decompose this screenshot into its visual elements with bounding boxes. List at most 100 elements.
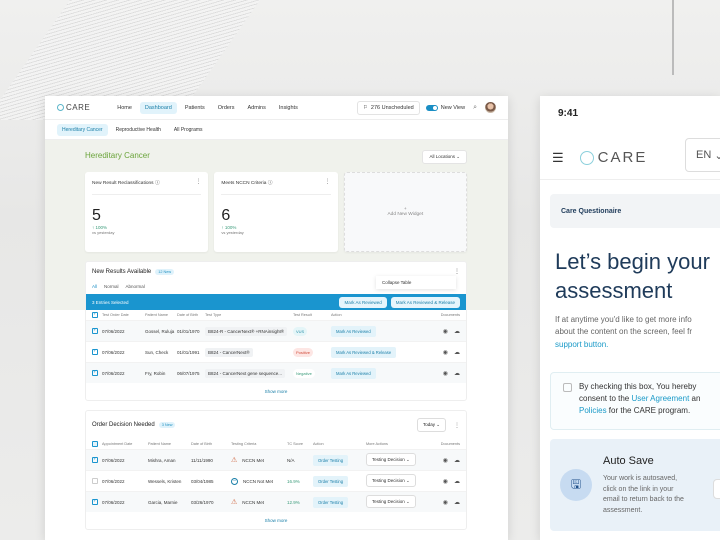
avatar[interactable] [485, 102, 496, 113]
search-icon[interactable]: ⌕ [473, 104, 477, 112]
autosave-card: 🖫 Auto Save Your work is autosaved, click… [550, 439, 720, 531]
filter-all[interactable]: All [92, 284, 97, 289]
view-icon[interactable]: ◉ [443, 457, 448, 464]
filter-normal[interactable]: Normal [104, 284, 119, 289]
show-more-link[interactable]: Show more [86, 512, 466, 529]
warning-icon: ⚠ [231, 457, 238, 464]
flag-icon: ⚐ [362, 104, 368, 111]
care-logo[interactable]: CARE [579, 149, 648, 166]
select-all-checkbox[interactable] [92, 441, 98, 447]
minus-circle-icon: − [231, 477, 238, 485]
mobile-screen: 9:41 ☰ CARE EN ⌄ Care Questionaire Let’s… [540, 96, 720, 540]
download-icon[interactable]: ☁ [454, 349, 460, 356]
policies-link[interactable]: Policies [579, 406, 607, 415]
order-testing-button[interactable]: Order Testing [313, 496, 349, 508]
collapse-table-menu-item[interactable]: Collapse Table [376, 276, 456, 289]
care-logo[interactable]: CARE [57, 103, 90, 112]
test-type-chip: B824-R - CancerNext® +RNAinsight® [205, 326, 288, 336]
new-badge: 3 New [158, 422, 176, 428]
table-row[interactable]: 07/06/2022 Gossel, Ruluja 01/01/1970 B82… [86, 320, 466, 341]
tab-reproductive-health[interactable]: Reproductive Health [111, 124, 166, 136]
row-checkbox[interactable] [92, 456, 98, 463]
order-testing-button[interactable]: Order Testing [313, 454, 349, 466]
row-checkbox[interactable] [92, 348, 98, 355]
row-checkbox[interactable] [92, 327, 98, 334]
user-agreement-link[interactable]: User Agreement [631, 394, 689, 403]
nav-patients[interactable]: Patients [180, 102, 210, 114]
tab-hereditary-cancer[interactable]: Hereditary Cancer [57, 123, 108, 136]
ceiling-wire [672, 0, 674, 75]
more-icon[interactable]: ⋮ [454, 268, 460, 275]
table-row[interactable]: 07/06/2022 Wessels, Kristen 03/04/1985 −… [86, 470, 466, 491]
selection-bar: 3 Entries Selected Mark As Reviewed Mark… [86, 294, 466, 310]
panel-title: Order Decision Needed [92, 422, 155, 428]
more-icon[interactable]: ⋮ [325, 178, 331, 185]
tab-all-programs[interactable]: All Programs [169, 124, 208, 136]
new-badge: 12 New [155, 269, 175, 275]
menu-icon[interactable]: ☰ [552, 150, 564, 166]
view-icon[interactable]: ◉ [443, 349, 448, 356]
row-action-button[interactable]: Mark As Reviewed & Release [331, 346, 397, 358]
warning-icon: ⚠ [231, 499, 238, 506]
testing-decision-select[interactable]: Testing Decision ⌄ [366, 474, 416, 487]
row-action-button[interactable]: Mark As Reviewed [331, 367, 376, 379]
mark-reviewed-release-button[interactable]: Mark As Reviewed & Release [390, 296, 460, 308]
more-icon[interactable]: ⋮ [195, 178, 201, 185]
consent-checkbox[interactable] [563, 383, 572, 392]
location-select[interactable]: All Locations ⌄ [422, 150, 467, 164]
select-all-checkbox[interactable] [92, 311, 98, 318]
new-view-toggle[interactable] [425, 104, 438, 111]
page-heading: Let’s begin your assessment [555, 249, 710, 303]
test-type-chip: B824 - CancerNext gene sequence... [205, 368, 286, 378]
questionnaire-bar: Care Questionaire [550, 194, 720, 228]
desktop-window: CARE Home Dashboard Patients Orders Admi… [45, 96, 508, 540]
view-icon[interactable]: ◉ [443, 499, 448, 506]
nav-admins[interactable]: Admins [243, 102, 271, 114]
show-more-link[interactable]: Show more [86, 383, 466, 400]
logo-icon [57, 104, 64, 111]
table-row[interactable]: 07/06/2022 Sun, Check 01/01/1991 B824 - … [86, 341, 466, 362]
support-link[interactable]: support button. [555, 340, 608, 349]
info-icon: ⓘ [154, 181, 160, 186]
download-icon[interactable]: ☁ [454, 328, 460, 335]
period-select[interactable]: Today ⌄ [416, 418, 446, 432]
intro-text: If at anytime you'd like to get more inf… [555, 315, 692, 349]
status-time: 9:41 [558, 108, 579, 119]
view-icon[interactable]: ◉ [443, 478, 448, 485]
autosave-action-button[interactable] [713, 479, 720, 499]
test-type-chip: B824 - CancerNext® [205, 347, 253, 357]
nav-home[interactable]: Home [112, 102, 137, 114]
filter-abnormal[interactable]: Abnormal [126, 284, 145, 289]
result-badge: Negative [293, 368, 315, 378]
add-widget-button[interactable]: + Add New Widget [343, 172, 467, 252]
download-icon[interactable]: ☁ [454, 370, 460, 377]
nccn-criteria-card: Meets NCCN Criteria ⓘ ⋮ 6 ↑ 100% vs yest… [214, 172, 338, 252]
reclassifications-card: New Result Reclassifications ⓘ ⋮ 5 ↑ 100… [85, 172, 209, 252]
table-header: Appointment Date Patient Name Date of Bi… [86, 439, 466, 449]
table-row[interactable]: 07/06/2022 Fry, Robin 06/07/1975 B824 - … [86, 362, 466, 383]
view-icon[interactable]: ◉ [443, 370, 448, 377]
nav-dashboard[interactable]: Dashboard [139, 101, 177, 114]
nav-orders[interactable]: Orders [213, 102, 240, 114]
table-row[interactable]: 07/06/2022 Garcia, Marnie 03/26/1970 ⚠NC… [86, 491, 466, 512]
nav-insights[interactable]: Insights [274, 102, 303, 114]
unscheduled-button[interactable]: ⚐ 276 Unscheduled [356, 100, 420, 115]
row-checkbox[interactable] [92, 369, 98, 376]
new-view-label: New View [440, 104, 466, 111]
mark-reviewed-button[interactable]: Mark As Reviewed [339, 296, 387, 308]
order-testing-button[interactable]: Order Testing [313, 475, 349, 487]
testing-decision-select[interactable]: Testing Decision ⌄ [366, 495, 416, 508]
testing-decision-select[interactable]: Testing Decision ⌄ [366, 453, 416, 466]
row-checkbox[interactable] [92, 498, 98, 505]
row-action-button[interactable]: Mark As Reviewed [331, 325, 376, 337]
row-checkbox[interactable] [92, 478, 98, 484]
more-icon[interactable]: ⋮ [454, 422, 460, 429]
consent-box: By checking this box, You hereby consent… [550, 372, 720, 430]
section-title: Hereditary Cancer [85, 151, 150, 160]
download-icon[interactable]: ☁ [454, 499, 460, 506]
download-icon[interactable]: ☁ [454, 478, 460, 485]
view-icon[interactable]: ◉ [443, 328, 448, 335]
download-icon[interactable]: ☁ [454, 457, 460, 464]
language-select[interactable]: EN ⌄ [685, 138, 720, 172]
table-row[interactable]: 07/06/2022 Mishra, Aman 11/11/1990 ⚠NCCN… [86, 449, 466, 470]
